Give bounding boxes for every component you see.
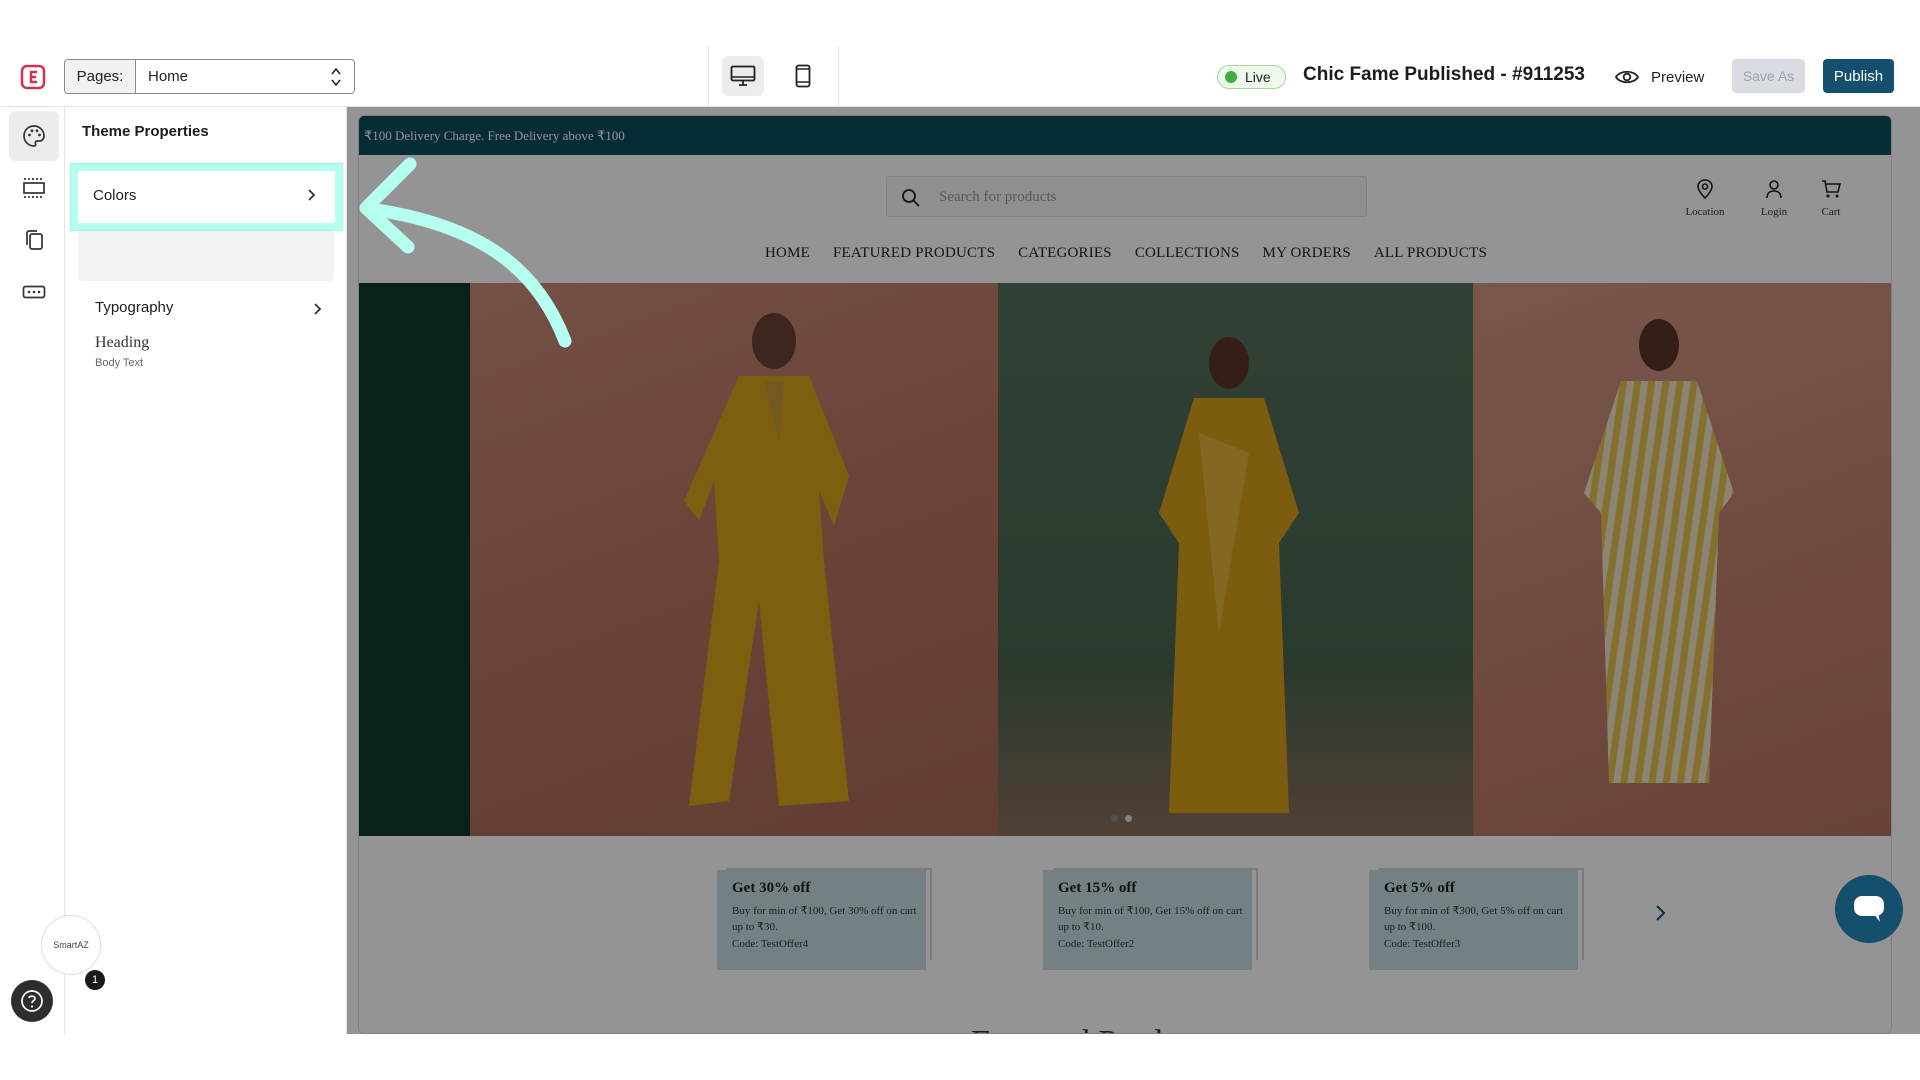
copy-pages-icon (26, 230, 43, 250)
colors-row-highlighted[interactable]: Colors (71, 164, 342, 230)
chevron-right-icon (314, 303, 322, 315)
publish-button[interactable]: Publish (1823, 59, 1894, 93)
offer-title: Get 5% off (1384, 880, 1455, 896)
carousel-dot-active[interactable] (1125, 815, 1132, 822)
top-bar: Pages: Home Live Chic Fame Published - #… (0, 46, 1920, 107)
chat-button[interactable] (1835, 875, 1903, 943)
offer-code: Code: TestOffer4 (732, 938, 809, 950)
cart-button[interactable]: Cart (1801, 179, 1861, 218)
user-icon (1766, 180, 1782, 199)
search-placeholder: Search for products (939, 189, 1057, 205)
annotation-arrow-icon (359, 157, 572, 348)
pages-selector[interactable]: Pages: Home (64, 59, 355, 94)
desktop-icon (730, 65, 756, 86)
colors-label: Colors (93, 187, 137, 204)
nav-all-products[interactable]: ALL PRODUCTS (1374, 245, 1487, 262)
more-rail-button[interactable] (9, 267, 59, 317)
preview-button[interactable]: Preview (1615, 63, 1704, 91)
help-icon (21, 990, 43, 1012)
typography-label: Typography (95, 299, 174, 316)
offer-description: Buy for min of ₹300, Get 5% off on cart … (1384, 905, 1564, 933)
cart-icon (1822, 180, 1842, 198)
editor-screen: Pages: Home Live Chic Fame Published - #… (0, 46, 1920, 1034)
nav-my-orders[interactable]: MY ORDERS (1263, 245, 1351, 262)
live-status-badge: Live (1217, 65, 1286, 89)
panel-title: Theme Properties (82, 123, 209, 140)
preview-label: Preview (1651, 68, 1705, 86)
login-button[interactable]: Login (1744, 179, 1804, 218)
model-figure-illustration (684, 313, 849, 806)
chat-icon (1854, 896, 1884, 922)
typography-row[interactable]: Typography (95, 299, 325, 323)
updown-chevron-icon (331, 67, 341, 87)
location-button[interactable]: Location (1675, 179, 1735, 218)
login-label: Login (1760, 206, 1788, 218)
offer-code: Code: TestOffer3 (1384, 938, 1461, 950)
offers-section: Get 30% off Buy for min of ₹100, Get 30%… (359, 836, 1891, 1033)
divider (838, 46, 839, 107)
offer-card[interactable]: Get 5% off Buy for min of ₹300, Get 5% o… (1369, 870, 1582, 970)
left-rail (0, 107, 65, 1034)
notification-badge: 1 (85, 970, 105, 990)
heading-font-sample: Heading (95, 334, 150, 351)
nav-collections[interactable]: COLLECTIONS (1135, 245, 1240, 262)
more-dots-icon (22, 285, 46, 299)
smartaz-label: SmartAZ (53, 940, 89, 950)
smartaz-widget[interactable]: SmartAZ (41, 915, 101, 975)
palette-icon (23, 125, 45, 147)
nav-featured-products[interactable]: FEATURED PRODUCTS (833, 245, 995, 262)
live-label: Live (1245, 69, 1271, 85)
theme-properties-panel: Theme Properties Typography Heading Body… (65, 107, 347, 1034)
nav-home[interactable]: HOME (765, 245, 810, 262)
chevron-right-icon[interactable] (1654, 904, 1668, 922)
mobile-icon (795, 64, 811, 88)
nav-categories[interactable]: CATEGORIES (1018, 245, 1112, 262)
divider (708, 46, 709, 107)
offer-title: Get 30% off (732, 880, 811, 896)
theme-properties-rail-button[interactable] (9, 111, 59, 161)
pages-dropdown-value: Home (148, 68, 189, 85)
offer-card[interactable]: Get 30% off Buy for min of ₹100, Get 30%… (717, 870, 930, 970)
hero-carousel[interactable] (359, 283, 1891, 836)
pages-rail-button[interactable] (9, 215, 59, 265)
search-icon (902, 189, 920, 207)
offer-description: Buy for min of ₹100, Get 30% off on cart… (732, 905, 917, 933)
carousel-dot[interactable] (1111, 815, 1118, 822)
pages-dropdown[interactable]: Home (136, 60, 354, 93)
carousel-dots (1111, 815, 1132, 822)
cart-label: Cart (1821, 206, 1841, 218)
mobile-view-button[interactable] (782, 56, 824, 96)
save-as-button[interactable]: Save As (1732, 59, 1805, 93)
chevron-right-icon (308, 189, 316, 201)
offer-title: Get 15% off (1058, 880, 1137, 896)
layout-sections-icon (23, 178, 45, 198)
sections-rail-button[interactable] (9, 163, 59, 213)
theme-title: Chic Fame Published - #911253 (1303, 64, 1585, 85)
app-logo-icon[interactable] (20, 64, 46, 90)
pages-label: Pages: (65, 60, 136, 93)
store-search-input[interactable]: Search for products (886, 176, 1367, 217)
offer-description: Buy for min of ₹100, Get 15% off on cart… (1058, 905, 1243, 933)
offer-code: Code: TestOffer2 (1058, 938, 1135, 950)
offer-card[interactable]: Get 15% off Buy for min of ₹100, Get 15%… (1043, 870, 1256, 970)
live-dot-icon (1225, 71, 1237, 83)
featured-products-heading: Featured Products (971, 1024, 1217, 1033)
model-figure-illustration (1584, 319, 1734, 783)
location-pin-icon (1697, 179, 1713, 200)
desktop-view-button[interactable] (722, 56, 764, 96)
help-button[interactable] (11, 980, 53, 1022)
location-label: Location (1685, 206, 1725, 218)
model-figure-illustration (1159, 337, 1299, 813)
body-font-sample: Body Text (95, 357, 144, 369)
eye-icon (1615, 70, 1639, 84)
